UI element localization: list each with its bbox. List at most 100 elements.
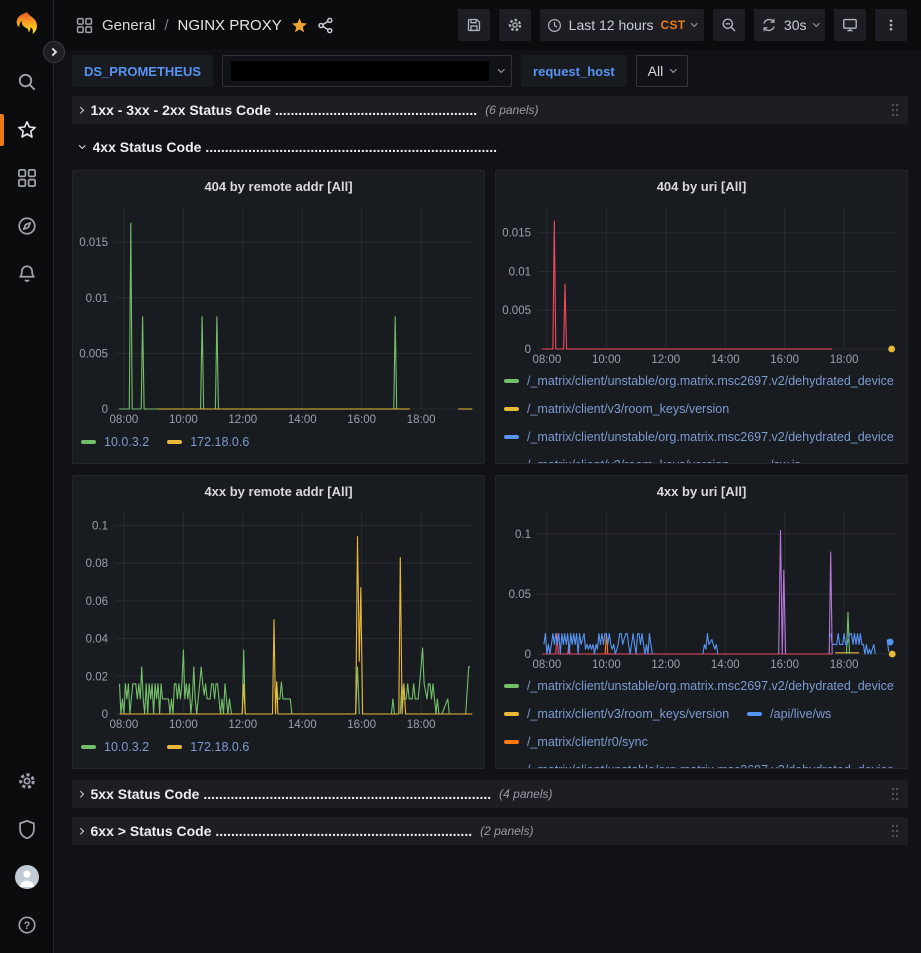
panel-404-by-uri: 404 by uri [All] 08:0010:0012:0014:0016:… (495, 170, 908, 464)
legend-item[interactable]: /sw.js (747, 458, 801, 464)
help-icon: ? (17, 915, 37, 935)
legend-label: /_matrix/client/v3/room_keys/version (527, 707, 729, 721)
panel-title[interactable]: 4xx by remote addr [All] (73, 476, 484, 506)
svg-text:10:00: 10:00 (169, 414, 198, 426)
svg-text:08:00: 08:00 (533, 659, 562, 671)
sidebar-item-configuration[interactable] (0, 757, 54, 805)
kebab-icon (884, 17, 898, 33)
row-title: 5xx Status Code ........................… (91, 786, 492, 802)
sidebar-item-server-admin[interactable] (0, 805, 54, 853)
zoom-out-button[interactable] (713, 9, 745, 41)
legend-label: /_matrix/client/unstable/org.matrix.msc2… (527, 679, 894, 693)
svg-text:08:00: 08:00 (110, 414, 139, 426)
legend-item[interactable]: 172.18.0.6 (167, 740, 249, 754)
row-header-5xx[interactable]: 5xx Status Code ........................… (72, 780, 908, 808)
sidebar-item-starred[interactable] (0, 106, 54, 154)
panels-grid-row-2: 4xx by remote addr [All] 08:0010:0012:00… (72, 475, 908, 769)
legend-swatch (504, 712, 519, 716)
legend-swatch (504, 435, 519, 439)
sidebar-item-search[interactable] (0, 58, 54, 106)
svg-text:0.02: 0.02 (86, 671, 108, 683)
row-expand-chevron-icon (79, 142, 85, 148)
row-drag-handle[interactable] (890, 102, 900, 118)
legend-item[interactable]: /_matrix/client/unstable/org.matrix.msc2… (504, 763, 894, 769)
legend-item[interactable]: /_matrix/client/v3/room_keys/version (504, 458, 729, 464)
search-icon (17, 72, 37, 92)
sidebar-item-profile[interactable] (0, 853, 54, 901)
refresh-interval-label: 30s (784, 17, 807, 33)
legend-label: /_matrix/client/unstable/org.matrix.msc2… (527, 374, 894, 388)
chevron-down-icon (498, 66, 504, 72)
row-panel-count: (6 panels) (485, 103, 538, 117)
main-area: General / NGINX PROXY (54, 0, 921, 953)
legend-item[interactable]: /_matrix/client/v3/room_keys/version (504, 707, 729, 721)
legend-item[interactable]: /_matrix/client/v3/room_keys/version (504, 402, 729, 416)
svg-text:0.005: 0.005 (79, 348, 108, 360)
svg-text:18:00: 18:00 (407, 414, 436, 426)
sidebar-item-alerting[interactable] (0, 250, 54, 298)
row-header-1xx-3xx-2xx[interactable]: 1xx - 3xx - 2xx Status Code ............… (72, 96, 908, 124)
legend-item[interactable]: /_matrix/client/unstable/org.matrix.msc2… (504, 374, 894, 388)
row-drag-handle[interactable] (890, 823, 900, 839)
legend-label: 10.0.3.2 (104, 740, 149, 754)
legend-item[interactable]: 172.18.0.6 (167, 435, 249, 449)
kebab-menu-button[interactable] (875, 9, 907, 41)
panel-title[interactable]: 404 by uri [All] (496, 171, 907, 201)
legend-row: 10.0.3.2 172.18.0.6 (81, 732, 484, 762)
legend-row: /_matrix/client/v3/room_keys/version/api… (504, 700, 907, 728)
legend-swatch (167, 440, 182, 444)
breadcrumb-section[interactable]: General (102, 17, 155, 34)
svg-text:0.005: 0.005 (502, 305, 531, 317)
dashboards-grid-icon (17, 168, 37, 188)
svg-text:08:00: 08:00 (533, 354, 562, 366)
favorite-star-icon[interactable] (291, 17, 308, 34)
share-icon[interactable] (317, 17, 334, 34)
legend-row: /_matrix/client/v3/room_keys/version/sw.… (504, 451, 907, 464)
row-drag-handle[interactable] (890, 786, 900, 802)
sidebar-item-help[interactable]: ? (0, 901, 54, 949)
row-collapse-chevron-icon (77, 107, 83, 113)
legend-item[interactable]: 10.0.3.2 (81, 740, 149, 754)
sidebar-item-dashboards[interactable] (0, 154, 54, 202)
panel-chart[interactable]: 08:0010:0012:0014:0016:0018:0000.0050.01… (496, 201, 907, 367)
svg-text:12:00: 12:00 (228, 414, 257, 426)
svg-text:0.1: 0.1 (515, 529, 531, 541)
legend-swatch (167, 745, 182, 749)
clock-icon (547, 18, 562, 33)
panel-legend: /_matrix/client/unstable/org.matrix.msc2… (496, 367, 907, 464)
svg-text:0.05: 0.05 (509, 589, 531, 601)
refresh-picker[interactable]: 30s (754, 9, 825, 41)
monitor-icon (842, 17, 858, 33)
svg-text:16:00: 16:00 (770, 659, 799, 671)
legend-row: 10.0.3.2 172.18.0.6 (81, 427, 484, 457)
dashboard-settings-button[interactable] (499, 9, 531, 41)
save-dashboard-button[interactable] (458, 9, 490, 41)
sidebar-item-explore[interactable] (0, 202, 54, 250)
time-range-picker[interactable]: Last 12 hours CST (540, 9, 704, 41)
legend-item[interactable]: /_matrix/client/r0/sync (504, 735, 648, 749)
panel-chart[interactable]: 08:0010:0012:0014:0016:0018:0000.0050.01… (73, 201, 484, 427)
star-outline-icon (17, 120, 37, 140)
legend-item[interactable]: /_matrix/client/unstable/org.matrix.msc2… (504, 430, 894, 444)
svg-text:10:00: 10:00 (592, 659, 621, 671)
panel-chart[interactable]: 08:0010:0012:0014:0016:0018:0000.050.1 (496, 506, 907, 672)
sidebar-expand-button[interactable] (43, 41, 65, 63)
variable-select-request-host[interactable]: All (636, 55, 688, 87)
panel-title[interactable]: 4xx by uri [All] (496, 476, 907, 506)
grafana-logo-icon[interactable] (10, 10, 44, 44)
row-header-6xx[interactable]: 6xx > Status Code ......................… (72, 817, 908, 845)
svg-text:0.015: 0.015 (79, 237, 108, 249)
cycle-view-mode-button[interactable] (834, 9, 866, 41)
panels-grid-row-1: 404 by remote addr [All] 08:0010:0012:00… (72, 170, 908, 464)
legend-swatch (504, 768, 519, 769)
page-title[interactable]: NGINX PROXY (178, 17, 282, 34)
legend-item[interactable]: 10.0.3.2 (81, 435, 149, 449)
panel-title[interactable]: 404 by remote addr [All] (73, 171, 484, 201)
legend-item[interactable]: /api/live/ws (747, 707, 831, 721)
panel-chart[interactable]: 08:0010:0012:0014:0016:0018:0000.020.040… (73, 506, 484, 732)
variable-select-ds-prometheus[interactable] (222, 55, 512, 87)
legend-label: /_matrix/client/unstable/org.matrix.msc2… (527, 763, 894, 769)
zoom-out-icon (721, 17, 737, 33)
row-header-4xx[interactable]: 4xx Status Code ........................… (72, 133, 908, 161)
legend-item[interactable]: /_matrix/client/unstable/org.matrix.msc2… (504, 679, 894, 693)
